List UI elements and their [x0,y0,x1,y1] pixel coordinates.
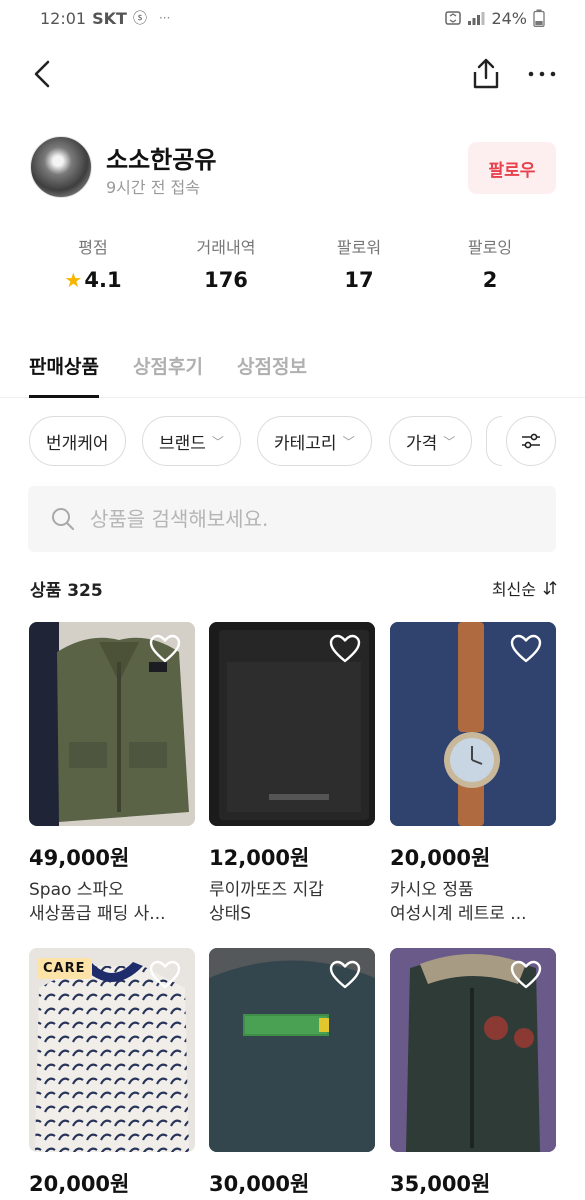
stat-value: 4.1 [84,268,122,292]
heart-icon[interactable] [510,960,542,990]
signal-icon [468,12,485,25]
sort-label: 최신순 [491,580,536,599]
product-image-parka[interactable] [390,948,556,1152]
product-image-olive-jacket[interactable] [29,622,195,826]
product-card[interactable]: 49,000원 Spao 스파오 새상품급 패딩 사... [29,622,195,926]
stat-label: 평점 [78,238,108,257]
product-title-line2: 여성시계 레트로 ... [390,904,527,924]
share-icon [473,58,499,89]
stat-rating[interactable]: 평점 ★ 4.1 [28,234,158,292]
product-image-watch[interactable] [390,622,556,826]
more-icon [528,71,556,77]
chip-overflow[interactable] [486,416,502,466]
stat-label: 거래내역 [196,238,256,257]
chip-brand[interactable]: 브랜드 ﹀ [142,416,241,466]
battery-percent: 24% [491,8,527,28]
sort-button[interactable]: 최신순 [492,576,558,600]
status-carrier: SKT [92,8,127,28]
chip-label: 번개케어 [46,433,109,454]
product-price: 20,000원 [390,846,491,870]
stat-label: 팔로워 [336,238,382,257]
star-icon: ★ [64,268,83,292]
heart-icon[interactable] [329,960,361,990]
search-icon [52,508,74,530]
product-image-black-wallet[interactable] [209,622,375,826]
share-button[interactable] [466,54,506,94]
heart-icon[interactable] [149,634,181,664]
more-notifications-icon: ··· [158,11,171,25]
product-card[interactable]: 30,000원 [209,948,375,1198]
product-card[interactable]: 20,000원 카시오 정품 여성시계 레트로 ... [390,622,556,926]
follow-button[interactable]: 팔로우 [468,142,556,194]
stat-value: 176 [204,268,248,292]
back-arrow-icon [34,60,50,88]
tab-shop-info[interactable]: 상점정보 [237,352,307,398]
product-title-line1: Spao 스파오 [29,880,124,900]
stat-transactions[interactable]: 거래내역 176 [161,234,291,292]
heart-icon[interactable] [510,634,542,664]
chevron-down-icon: ﹀ [443,434,456,449]
lte-icon [445,11,462,25]
stat-label: 팔로잉 [467,238,513,257]
heart-icon[interactable] [149,960,181,990]
last-seen: 9시간 전 접속 [106,178,200,197]
shop-tabs: 판매상품 상점후기 상점정보 [0,352,585,398]
back-button[interactable] [24,54,64,94]
stat-following[interactable]: 팔로잉 2 [425,234,555,292]
product-price: 30,000원 [209,1172,310,1196]
chip-price[interactable]: 가격 ﹀ [389,416,473,466]
more-button[interactable] [522,54,562,94]
sort-icon [543,581,557,595]
top-app-bar [0,48,585,100]
tab-reviews[interactable]: 상점후기 [133,352,203,398]
heart-icon[interactable] [329,634,361,664]
tab-products[interactable]: 판매상품 [29,352,99,398]
product-count: 상품 325 [30,581,103,601]
shop-profile: 소소한공유 9시간 전 접속 팔로우 [30,136,560,200]
chip-label: 카테고리 [274,433,337,454]
product-card[interactable]: 12,000원 루이까또즈 지갑 상태S [209,622,375,926]
shop-name: 소소한공유 [106,146,217,174]
product-list-header: 상품 325 최신순 [30,576,558,601]
product-image-pattern-polo[interactable]: CARE [29,948,195,1152]
status-bar: 12:01 SKT ⓢ ··· 24% [0,0,585,36]
stat-value-wrap: ★ 4.1 [28,268,158,292]
product-image-beanpole-coat[interactable] [209,948,375,1152]
chevron-down-icon: ﹀ [211,434,224,449]
search-input[interactable] [90,507,530,531]
filter-sliders-icon [522,433,540,449]
product-title-line2: 상태S [209,904,252,924]
chevron-down-icon: ﹀ [342,434,355,449]
product-search-bar[interactable] [28,486,556,552]
status-right: 24% [445,9,545,28]
notification-icon: ⓢ [132,11,147,27]
avatar[interactable] [30,136,92,198]
product-title-line1: 카시오 정품 [390,880,474,900]
stat-followers[interactable]: 팔로워 17 [294,234,424,292]
care-badge: CARE [37,958,92,979]
product-card[interactable]: CARE 20,000원 [29,948,195,1198]
chip-category[interactable]: 카테고리 ﹀ [257,416,372,466]
product-title-line1: 루이까또즈 지갑 [209,880,324,900]
status-time: 12:01 [40,8,87,28]
product-price: 49,000원 [29,846,130,870]
stat-value: 17 [344,268,374,292]
product-price: 35,000원 [390,1172,491,1196]
product-card[interactable]: 35,000원 [390,948,556,1198]
battery-icon [533,9,545,27]
shop-stats: 평점 ★ 4.1 거래내역 176 팔로워 17 팔로잉 2 [0,234,585,294]
filter-chips: 번개케어 브랜드 ﹀ 카테고리 ﹀ 가격 ﹀ [0,416,585,468]
product-price: 20,000원 [29,1172,130,1196]
filter-settings-button[interactable] [506,416,556,466]
stat-value: 2 [482,268,498,292]
chip-label: 브랜드 [159,433,206,454]
chip-label: 가격 [406,433,438,454]
status-left: 12:01 SKT ⓢ ··· [40,8,170,28]
product-title-line2: 새상품급 패딩 사... [29,904,166,924]
product-price: 12,000원 [209,846,310,870]
chip-bungae-care[interactable]: 번개케어 [29,416,126,466]
